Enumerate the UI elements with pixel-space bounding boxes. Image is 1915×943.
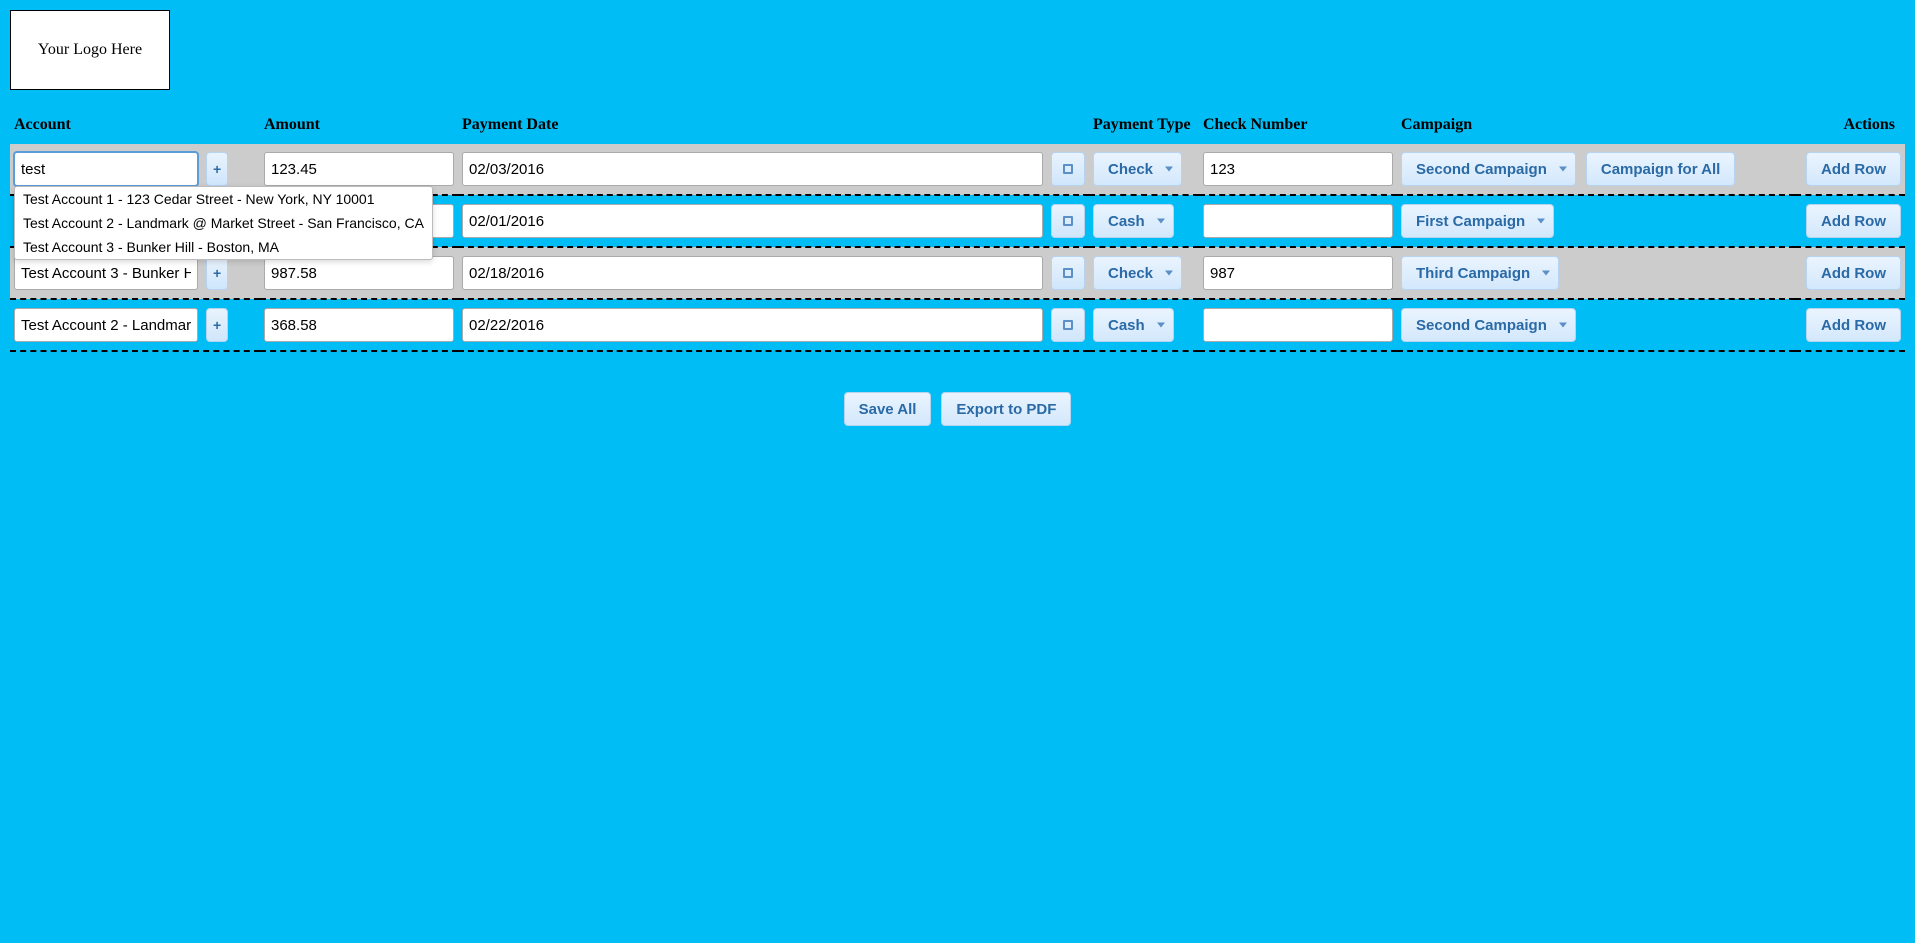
payment-date-input[interactable] <box>462 152 1043 186</box>
date-picker-button[interactable] <box>1051 204 1085 238</box>
payment-type-dropdown[interactable]: Check <box>1093 256 1182 290</box>
add-account-button[interactable]: + <box>206 256 228 290</box>
account-input[interactable] <box>14 256 198 290</box>
date-picker-button[interactable] <box>1051 308 1085 342</box>
payment-date-input[interactable] <box>462 204 1043 238</box>
calendar-icon <box>1063 164 1073 174</box>
header-account: Account <box>10 110 260 144</box>
amount-input[interactable] <box>264 308 454 342</box>
add-row-button[interactable]: Add Row <box>1806 204 1901 238</box>
autocomplete-option[interactable]: Test Account 3 - Bunker Hill - Boston, M… <box>15 235 432 259</box>
header-actions: Actions <box>1795 110 1905 144</box>
autocomplete-option[interactable]: Test Account 2 - Landmark @ Market Stree… <box>15 211 432 235</box>
payment-date-input[interactable] <box>462 308 1043 342</box>
check-number-input[interactable] <box>1203 204 1393 238</box>
payment-type-dropdown[interactable]: Check <box>1093 152 1182 186</box>
payments-table-wrap: Account Amount Payment Date Payment Type… <box>0 100 1915 362</box>
date-picker-button[interactable] <box>1051 152 1085 186</box>
footer-buttons: Save All Export to PDF <box>0 362 1915 456</box>
check-number-input[interactable] <box>1203 256 1393 290</box>
payment-date-input[interactable] <box>462 256 1043 290</box>
save-all-button[interactable]: Save All <box>844 392 932 426</box>
account-input[interactable] <box>14 308 198 342</box>
calendar-icon <box>1063 268 1073 278</box>
amount-input[interactable] <box>264 256 454 290</box>
header-payment-date: Payment Date <box>458 110 1089 144</box>
account-input[interactable] <box>14 152 198 186</box>
add-row-button[interactable]: Add Row <box>1806 256 1901 290</box>
add-row-button[interactable]: Add Row <box>1806 308 1901 342</box>
add-row-button[interactable]: Add Row <box>1806 152 1901 186</box>
account-autocomplete-dropdown: Test Account 1 - 123 Cedar Street - New … <box>14 186 433 260</box>
campaign-dropdown[interactable]: First Campaign <box>1401 204 1554 238</box>
check-number-input[interactable] <box>1203 152 1393 186</box>
payment-type-dropdown[interactable]: Cash <box>1093 308 1174 342</box>
campaign-dropdown[interactable]: Third Campaign <box>1401 256 1559 290</box>
date-picker-button[interactable] <box>1051 256 1085 290</box>
payment-type-dropdown[interactable]: Cash <box>1093 204 1174 238</box>
autocomplete-option[interactable]: Test Account 1 - 123 Cedar Street - New … <box>15 187 432 211</box>
campaign-dropdown[interactable]: Second Campaign <box>1401 152 1576 186</box>
calendar-icon <box>1063 320 1073 330</box>
header-campaign: Campaign <box>1397 110 1795 144</box>
campaign-dropdown[interactable]: Second Campaign <box>1401 308 1576 342</box>
add-account-button[interactable]: + <box>206 308 228 342</box>
header-amount: Amount <box>260 110 458 144</box>
calendar-icon <box>1063 216 1073 226</box>
check-number-input[interactable] <box>1203 308 1393 342</box>
export-pdf-button[interactable]: Export to PDF <box>941 392 1071 426</box>
table-row: + Cash Second Campaign Add Row <box>10 299 1905 351</box>
header-check-number: Check Number <box>1199 110 1397 144</box>
amount-input[interactable] <box>264 152 454 186</box>
campaign-for-all-button[interactable]: Campaign for All <box>1586 152 1735 186</box>
logo-placeholder: Your Logo Here <box>10 10 170 90</box>
add-account-button[interactable]: + <box>206 152 228 186</box>
header-payment-type: Payment Type <box>1089 110 1199 144</box>
